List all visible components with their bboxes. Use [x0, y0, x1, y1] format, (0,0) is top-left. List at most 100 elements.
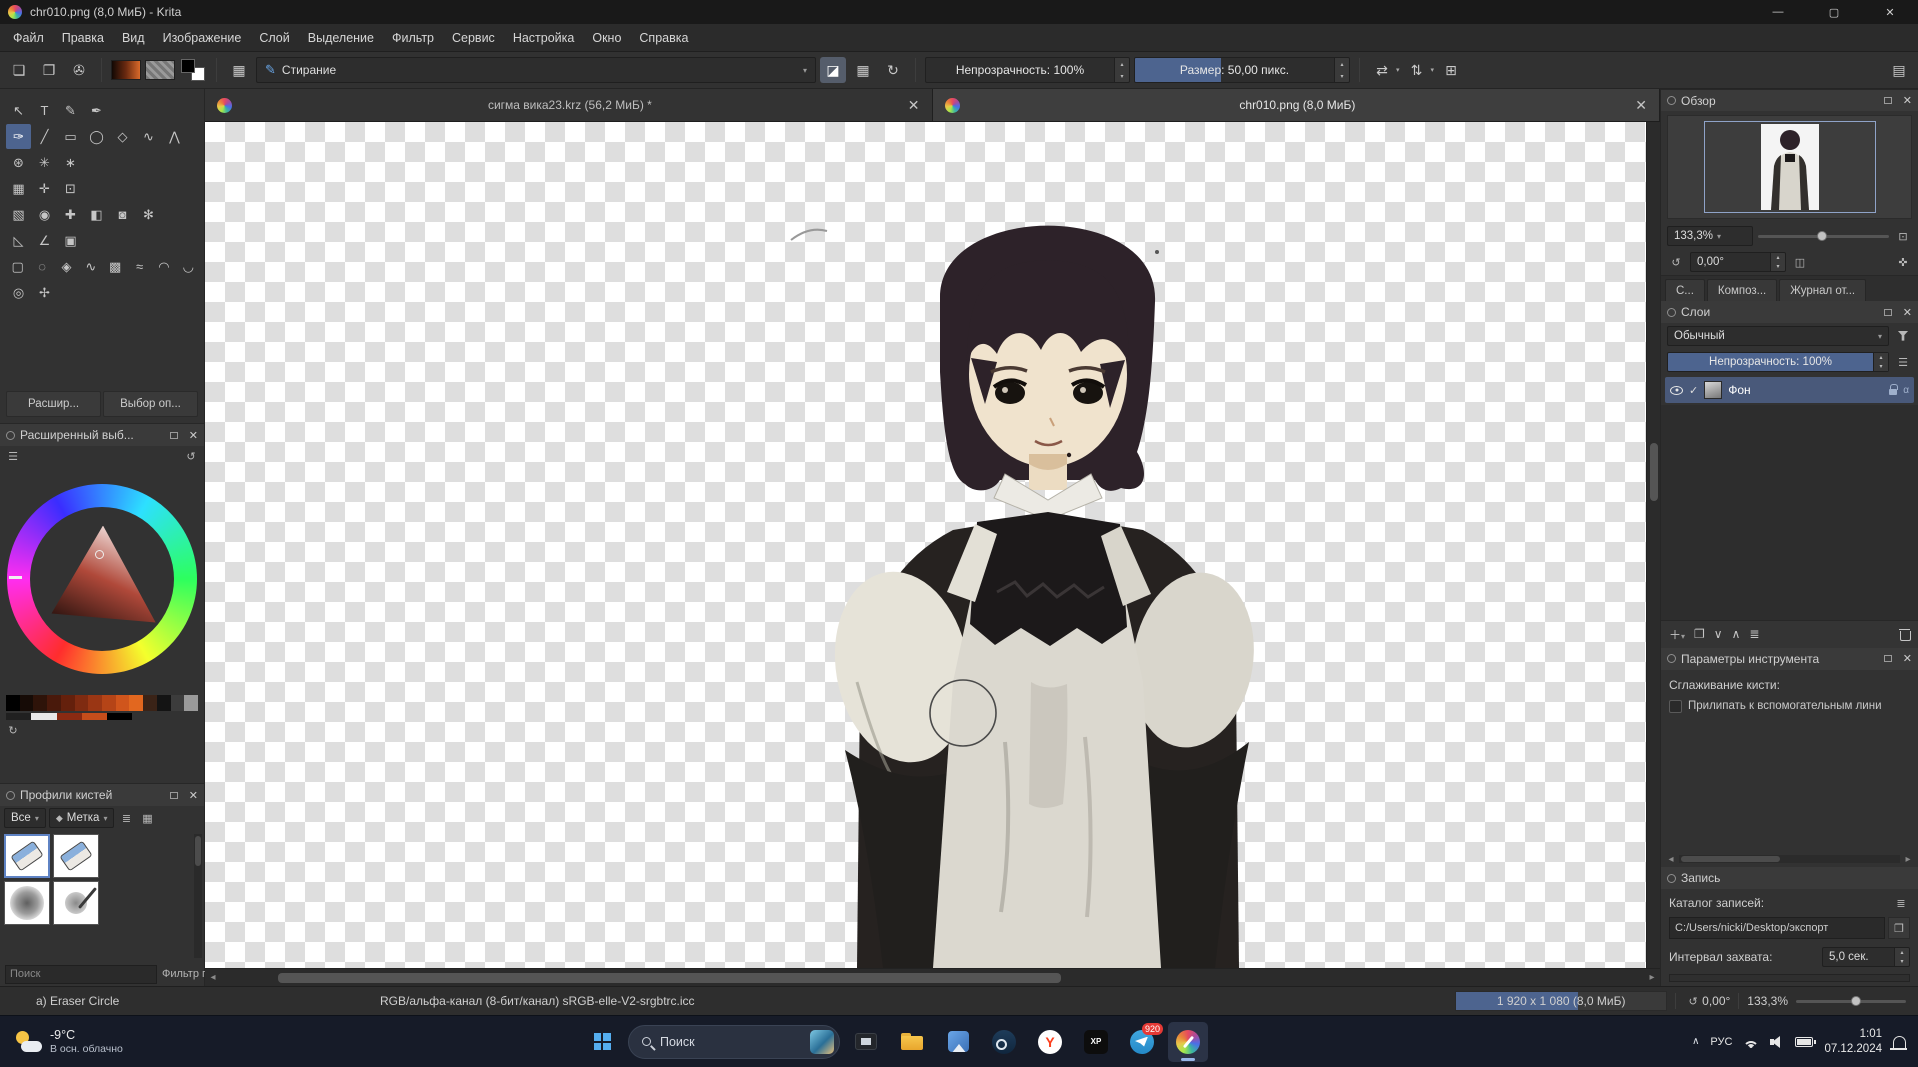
history-swatch[interactable]	[19, 695, 34, 711]
tool-magnetic-select-icon[interactable]: ◡	[177, 254, 200, 279]
document-tab-1[interactable]: chr010.png (8,0 МиБ) ✕	[932, 89, 1660, 121]
overview-zoom-slider[interactable]	[1758, 228, 1889, 244]
menu-window[interactable]: Окно	[583, 24, 630, 51]
fit-to-screen-icon[interactable]: ⊡	[1894, 227, 1912, 245]
history-swatch[interactable]	[31, 713, 57, 720]
opacity-spin-arrows[interactable]: ▴ ▾	[1873, 353, 1888, 371]
menu-tools[interactable]: Сервис	[443, 24, 504, 51]
close-docker-icon[interactable]: ✕	[1903, 652, 1912, 665]
lock-icon[interactable]	[1889, 384, 1899, 395]
layer-filter-icon[interactable]	[1894, 327, 1912, 345]
menu-settings[interactable]: Настройка	[504, 24, 584, 51]
preserve-alpha-toggle[interactable]: ▦	[850, 57, 876, 83]
tool-pattern-edit-icon[interactable]: ∗	[58, 150, 83, 175]
history-swatch[interactable]	[102, 695, 116, 711]
tool-text-icon[interactable]: T	[32, 98, 57, 123]
rotation-icon[interactable]: ↺	[1684, 992, 1702, 1010]
tool-crop-icon[interactable]: ⊡	[58, 176, 83, 201]
scrollbar-track[interactable]	[221, 969, 1644, 986]
record-path-input[interactable]	[1669, 917, 1885, 939]
tool-similar-select-icon[interactable]: ≈	[128, 254, 151, 279]
chevron-down-icon[interactable]: ▾	[1431, 66, 1435, 74]
list-view-icon[interactable]: ≣	[117, 809, 135, 827]
inherit-alpha-icon[interactable]: α	[1903, 385, 1909, 396]
move-layer-up-button[interactable]: ∧	[1732, 627, 1741, 641]
tray-overflow-chevron[interactable]: ∧	[1692, 1036, 1699, 1047]
wifi-icon[interactable]	[1743, 1035, 1760, 1048]
history-swatch[interactable]	[170, 695, 185, 711]
taskbar-app-krita[interactable]	[1168, 1021, 1208, 1062]
taskbar-app-yandex-browser[interactable]: Y	[1030, 1022, 1070, 1062]
history-swatch[interactable]	[107, 713, 133, 720]
tab-advanced-selector[interactable]: Расшир...	[6, 391, 101, 417]
menu-help[interactable]: Справка	[630, 24, 697, 51]
tool-smart-patch-icon[interactable]: ✚	[58, 202, 83, 227]
history-swatch[interactable]	[56, 713, 82, 720]
history-swatch[interactable]	[129, 695, 144, 711]
menu-filter[interactable]: Фильтр	[383, 24, 443, 51]
open-document-icon[interactable]: ❐	[36, 57, 62, 83]
tool-transform-icon[interactable]: ▦	[6, 176, 31, 201]
zoom-slider[interactable]	[1796, 993, 1906, 1009]
preset-filter-combo[interactable]: Все ▾	[4, 808, 46, 828]
tool-calligraphy-icon[interactable]: ✒	[84, 98, 109, 123]
refresh-colors-icon[interactable]: ↻	[4, 721, 22, 739]
history-swatch[interactable]	[74, 695, 89, 711]
tool-ellipse-icon[interactable]: ◯	[84, 124, 109, 149]
brush-preset-eraser[interactable]	[53, 834, 99, 878]
scroll-left-arrow[interactable]: ◂	[1663, 854, 1679, 865]
mirror-horizontal-icon[interactable]: ⇄	[1369, 57, 1395, 83]
scrollbar-thumb[interactable]	[195, 836, 201, 866]
browse-folder-icon[interactable]: ❐	[1888, 917, 1910, 939]
tool-dynamic-brush-icon[interactable]: ⊛	[6, 150, 31, 175]
document-tab-0[interactable]: сигма вика23.krz (56,2 МиБ) * ✕	[205, 89, 933, 121]
duplicate-layer-button[interactable]: ❐	[1694, 627, 1705, 641]
rotation-reset-icon[interactable]: ↺	[1667, 253, 1685, 271]
zoom-level-combo[interactable]: 133,3% ▾	[1667, 226, 1753, 246]
history-swatch[interactable]	[184, 695, 199, 711]
reload-preset-icon[interactable]: ↻	[880, 57, 906, 83]
move-layer-down-button[interactable]: ∨	[1714, 627, 1723, 641]
search-box[interactable]: Поиск	[628, 1024, 840, 1059]
delete-layer-button[interactable]	[1899, 628, 1911, 641]
tool-freehand-path-icon[interactable]: ⋀	[162, 124, 187, 149]
scrollbar-thumb[interactable]	[1681, 856, 1781, 862]
gradient-chooser[interactable]	[111, 60, 141, 80]
notification-bell-icon[interactable]	[1890, 1035, 1907, 1050]
size-spin-arrows[interactable]: ▴ ▾	[1334, 58, 1349, 82]
tool-zoom-icon[interactable]: ◎	[6, 280, 31, 305]
brush-preset-combo[interactable]: ✎ Стирание ▾	[256, 57, 816, 83]
selector-settings-icon[interactable]: ☰	[4, 447, 22, 465]
brush-preset-eraser[interactable]	[4, 834, 50, 878]
history-swatch[interactable]	[33, 695, 48, 711]
add-layer-button[interactable]: ＋▾	[1669, 626, 1685, 643]
layer-options-icon[interactable]: ☰	[1894, 353, 1912, 371]
workspace-chooser-icon[interactable]: ▤	[1886, 57, 1912, 83]
tool-contiguous-select-icon[interactable]: ▩	[104, 254, 127, 279]
layer-opacity-slider[interactable]: Непрозрачность: 100% ▴ ▾	[1667, 352, 1889, 372]
interval-spin-arrows[interactable]: ▴ ▾	[1894, 948, 1909, 966]
new-document-icon[interactable]: ❏	[6, 57, 32, 83]
tool-gradient-icon[interactable]: ▧	[6, 202, 31, 227]
taskbar-app-telegram[interactable]: 920	[1122, 1022, 1163, 1062]
tool-polygon-select-icon[interactable]: ◈	[55, 254, 78, 279]
float-docker-icon[interactable]	[1883, 97, 1892, 104]
scroll-left-arrow[interactable]: ◂	[205, 972, 221, 983]
tool-ellipse-select-icon[interactable]: ◌	[30, 254, 53, 279]
saturation-value-triangle[interactable]	[51, 525, 156, 623]
history-swatch[interactable]	[60, 695, 75, 711]
history-swatch[interactable]	[156, 695, 171, 711]
close-docker-icon[interactable]: ✕	[189, 429, 198, 442]
scrollbar-thumb[interactable]	[1650, 443, 1658, 502]
close-docker-icon[interactable]: ✕	[1903, 306, 1912, 319]
tool-polyline-icon[interactable]: ∿	[136, 124, 161, 149]
history-swatch[interactable]	[47, 695, 61, 711]
history-swatch[interactable]	[6, 713, 32, 720]
tool-enclose-fill-icon[interactable]: ◙	[110, 202, 135, 227]
pattern-chooser[interactable]	[145, 60, 175, 80]
menu-view[interactable]: Вид	[113, 24, 154, 51]
tool-reference-images-icon[interactable]: ▣	[58, 228, 83, 253]
save-document-icon[interactable]: ✇	[66, 57, 92, 83]
float-docker-icon[interactable]	[169, 791, 178, 799]
mirror-view-icon[interactable]: ◫	[1791, 253, 1809, 271]
